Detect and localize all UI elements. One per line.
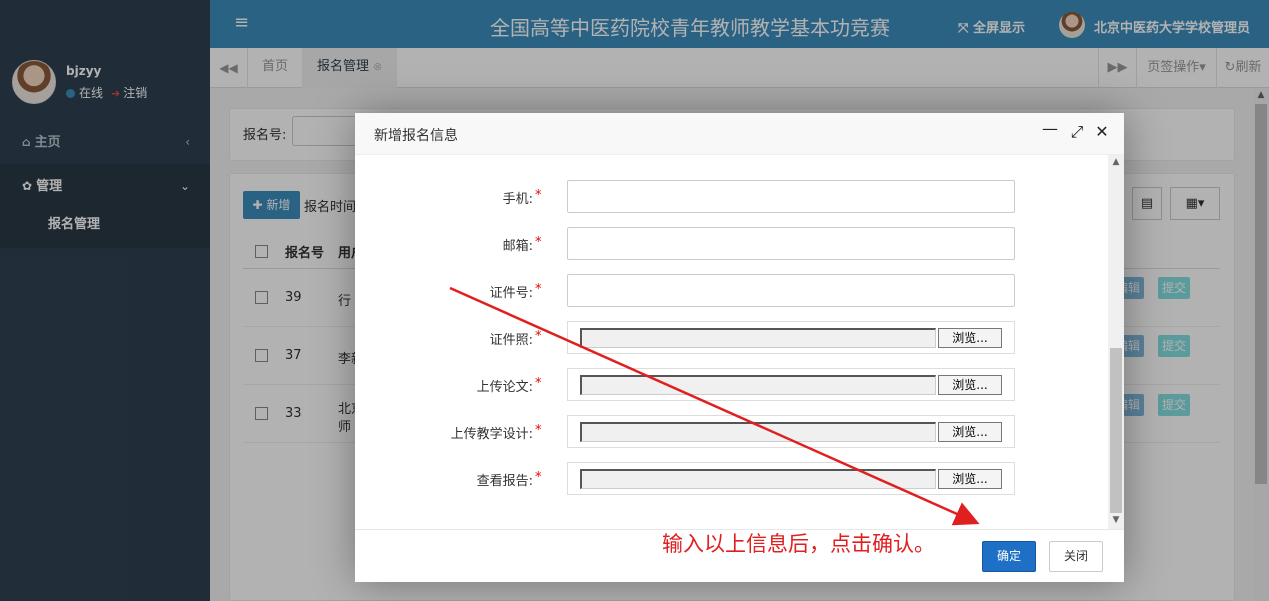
scroll-down-icon[interactable]: ▼: [1108, 513, 1124, 527]
browse-button[interactable]: 浏览...: [938, 328, 1002, 348]
phone-input[interactable]: [567, 180, 1015, 213]
id-photo-file-field: 浏览...: [567, 321, 1015, 354]
modal-body: 手机: * 邮箱: * 证件号: * 证件照: * 浏览... 上传论文: *: [355, 155, 1124, 529]
report-label: 查看报告:: [476, 474, 533, 489]
required-mark: *: [535, 329, 542, 344]
required-mark: *: [535, 470, 542, 485]
paper-file-field: 浏览...: [567, 368, 1015, 401]
form-row-id-photo: 证件照: * 浏览...: [355, 321, 1115, 354]
email-label: 邮箱:: [502, 239, 533, 254]
email-input[interactable]: [567, 227, 1015, 260]
form-row-phone: 手机: *: [355, 180, 1115, 213]
browse-button[interactable]: 浏览...: [938, 422, 1002, 442]
browse-button[interactable]: 浏览...: [938, 375, 1002, 395]
maximize-icon[interactable]: ⤢: [1068, 122, 1086, 142]
id-photo-label: 证件照:: [489, 333, 533, 348]
file-path-input[interactable]: [580, 328, 936, 348]
form-row-id-number: 证件号: *: [355, 274, 1115, 307]
add-registration-modal: 新增报名信息 — ⤢ ✕ 手机: * 邮箱: * 证件号: * 证件照: * 浏…: [355, 113, 1124, 582]
close-icon[interactable]: ✕: [1093, 122, 1111, 141]
modal-scrollbar[interactable]: ▲ ▼: [1108, 155, 1124, 529]
confirm-button[interactable]: 确定: [982, 541, 1036, 572]
minimize-icon[interactable]: —: [1041, 119, 1059, 138]
annotation-note: 输入以上信息后，点击确认。: [662, 532, 935, 556]
phone-label: 手机:: [502, 192, 533, 207]
teaching-design-file-field: 浏览...: [567, 415, 1015, 448]
form-row-teaching-design: 上传教学设计: * 浏览...: [355, 415, 1115, 448]
modal-title: 新增报名信息: [374, 128, 458, 144]
required-mark: *: [535, 423, 542, 438]
required-mark: *: [535, 188, 542, 203]
id-number-input[interactable]: [567, 274, 1015, 307]
required-mark: *: [535, 235, 542, 250]
form-row-paper: 上传论文: * 浏览...: [355, 368, 1115, 401]
report-file-field: 浏览...: [567, 462, 1015, 495]
teaching-design-label: 上传教学设计:: [450, 427, 533, 442]
required-mark: *: [535, 376, 542, 391]
form-row-report: 查看报告: * 浏览...: [355, 462, 1115, 495]
file-path-input[interactable]: [580, 422, 936, 442]
id-number-label: 证件号:: [489, 286, 533, 301]
file-path-input[interactable]: [580, 375, 936, 395]
file-path-input[interactable]: [580, 469, 936, 489]
scroll-up-icon[interactable]: ▲: [1108, 155, 1124, 169]
scroll-thumb[interactable]: [1110, 348, 1122, 513]
browse-button[interactable]: 浏览...: [938, 469, 1002, 489]
modal-header: 新增报名信息 — ⤢ ✕: [355, 113, 1124, 155]
paper-label: 上传论文:: [476, 380, 533, 395]
close-button[interactable]: 关闭: [1049, 541, 1103, 572]
required-mark: *: [535, 282, 542, 297]
form-row-email: 邮箱: *: [355, 227, 1115, 260]
